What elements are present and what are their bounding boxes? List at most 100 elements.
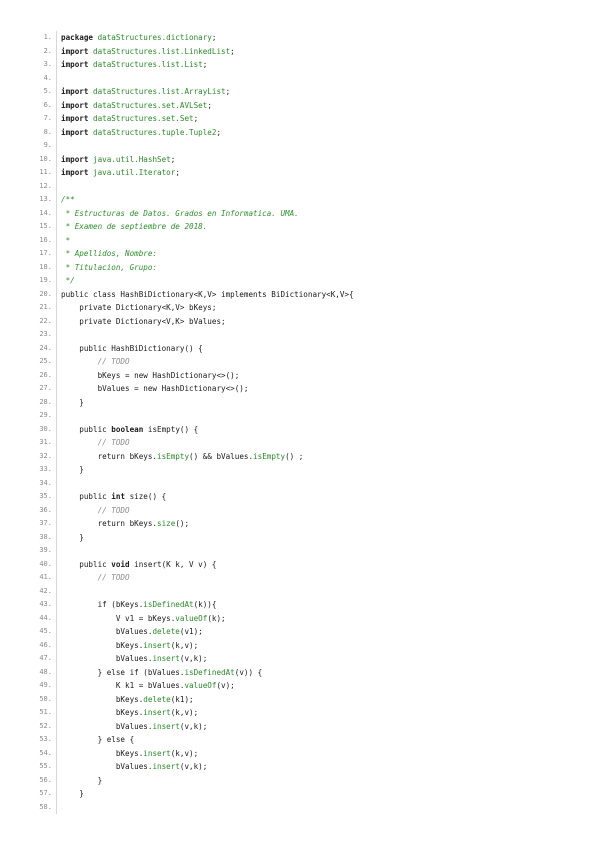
code-line: 20. public class HashBiDictionary<K,V> im…: [28, 287, 588, 302]
line-number: 32.: [39, 451, 52, 460]
code-token: () ;: [285, 451, 304, 461]
code-token: isDefinedAt: [143, 600, 194, 609]
code-token: bValues.: [61, 627, 153, 636]
line-number: 47.: [39, 654, 52, 662]
code-token: // TODO: [61, 573, 130, 582]
code-token: package: [61, 33, 98, 42]
code-token: (v,k);: [179, 654, 208, 663]
code-text: bValues.delete(v1);: [61, 625, 203, 639]
code-token: insert: [152, 762, 180, 771]
code-line: 37. return bKeys.size();: [28, 517, 588, 531]
line-number: 57.: [39, 789, 52, 797]
line-number: 25.: [39, 357, 52, 365]
code-token: bKeys.: [61, 708, 144, 717]
line-number: 53.: [39, 735, 52, 743]
code-line: 25. // TODO: [28, 355, 588, 369]
code-token: public: [61, 492, 112, 501]
gutter-divider: [56, 314, 57, 328]
gutter-divider: [56, 301, 57, 315]
code-text: bKeys.insert(k,v);: [61, 706, 198, 720]
line-number: 21.: [39, 303, 52, 311]
code-line: 50. bKeys.delete(k1);: [28, 692, 588, 706]
code-token: (v);: [216, 681, 235, 690]
code-token: return bKeys.: [61, 519, 158, 528]
code-line: 21. private Dictionary<K,V> bKeys;: [28, 301, 588, 315]
gutter-divider: [56, 503, 57, 517]
code-token: insert: [152, 654, 180, 663]
code-token: ;: [230, 46, 235, 56]
code-text: *: [61, 234, 71, 248]
code-text: public int size() {: [61, 490, 166, 504]
code-text: public class HashBiDictionary<K,V> imple…: [61, 288, 354, 302]
code-token: bValues.: [61, 721, 153, 731]
code-text: } else if (bValues.isDefinedAt(v)) {: [61, 666, 263, 680]
code-text: import dataStructures.tuple.Tuple2;: [61, 126, 221, 140]
code-line: 10. import java.util.HashSet;: [28, 152, 588, 166]
gutter-divider: [56, 787, 57, 801]
line-number: 18.: [39, 262, 52, 271]
code-token: * Apellidos, Nombre:: [61, 249, 158, 258]
code-token: import: [61, 114, 94, 123]
line-number: 37.: [39, 519, 52, 527]
code-text: return bKeys.isEmpty() && bValues.isEmpt…: [61, 450, 304, 464]
code-text: // TODO: [61, 436, 130, 450]
code-text: }: [61, 531, 84, 545]
code-token: (k,v);: [170, 640, 199, 650]
code-line: 32. return bKeys.isEmpty() && bValues.is…: [28, 449, 588, 464]
code-text: // TODO: [61, 504, 130, 518]
gutter-divider: [56, 98, 57, 112]
line-number: 27.: [39, 384, 52, 392]
code-token: size: [157, 519, 176, 528]
code-token: } else {: [61, 735, 135, 744]
gutter-divider: [56, 544, 57, 558]
code-line: 16. *: [28, 233, 588, 248]
code-line: 29.: [28, 409, 588, 423]
code-line: 52. bValues.insert(v,k);: [28, 719, 588, 733]
code-line: 8. import dataStructures.tuple.Tuple2;: [28, 125, 588, 140]
gutter-divider: [56, 611, 57, 625]
code-text: public void insert(K k, V v) {: [61, 558, 216, 572]
line-number: 58.: [39, 802, 52, 811]
code-line: 34.: [28, 476, 588, 490]
line-number: 8.: [43, 127, 52, 136]
code-token: import: [61, 154, 94, 164]
code-text: public HashBiDictionary() {: [61, 342, 202, 356]
gutter-divider: [56, 463, 57, 477]
line-number: 41.: [39, 573, 52, 581]
code-token: import: [61, 168, 94, 177]
line-number: 13.: [39, 195, 52, 203]
code-text: import dataStructures.list.List;: [61, 58, 207, 72]
code-line: 4.: [28, 71, 588, 85]
code-line: 31. // TODO: [28, 436, 588, 450]
code-token: */: [61, 276, 75, 285]
code-text: // TODO: [61, 571, 130, 585]
code-token: ;: [170, 154, 176, 164]
code-token: (k,v);: [170, 708, 199, 717]
line-number: 48.: [39, 667, 52, 676]
code-token: public: [61, 559, 112, 569]
gutter-divider: [56, 665, 57, 679]
code-line: 17. * Apellidos, Nombre:: [28, 247, 588, 261]
code-text: import dataStructures.list.ArrayList;: [61, 85, 230, 99]
line-number: 12.: [39, 181, 52, 190]
code-token: bValues.: [61, 762, 153, 771]
code-line: 26. bKeys = new HashDictionary<>();: [28, 368, 588, 382]
code-token: java.util.HashSet: [93, 154, 171, 164]
gutter-divider: [56, 598, 57, 612]
gutter-divider: [56, 328, 57, 342]
code-token: int: [111, 492, 126, 501]
code-token: size() {: [125, 492, 167, 501]
code-text: * Apellidos, Nombre:: [61, 247, 157, 261]
code-line: 39.: [28, 544, 588, 558]
code-line: 35. public int size() {: [28, 490, 588, 504]
code-line: 24. public HashBiDictionary() {: [28, 341, 588, 356]
gutter-divider: [56, 625, 57, 639]
line-number: 40.: [39, 559, 52, 568]
code-line: 36. // TODO: [28, 503, 588, 518]
code-token: (k);: [207, 613, 226, 623]
line-number: 28.: [39, 397, 52, 406]
gutter-divider: [56, 733, 57, 747]
line-number: 33.: [39, 465, 52, 473]
code-line: 2. import dataStructures.list.LinkedList;: [28, 44, 588, 58]
gutter-divider: [56, 436, 57, 450]
